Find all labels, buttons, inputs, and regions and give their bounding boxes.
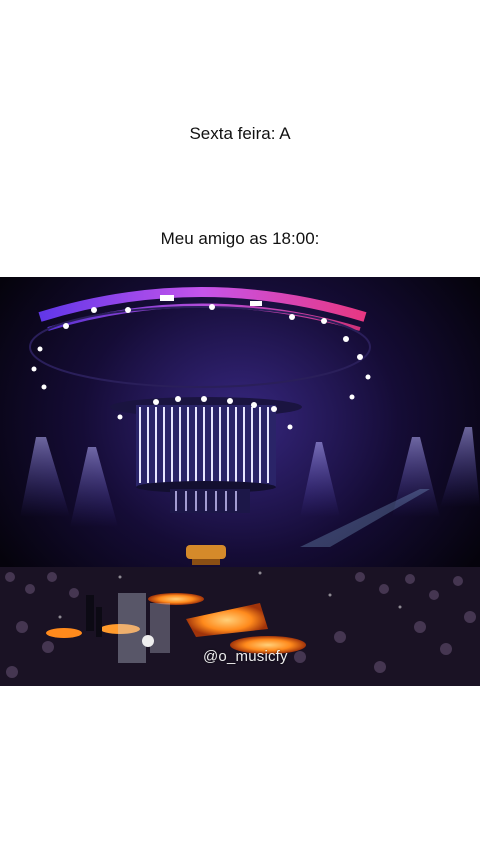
chandelier bbox=[186, 545, 226, 565]
watermark-handle: @o_musicfy bbox=[203, 648, 288, 665]
concert-scene bbox=[0, 277, 480, 686]
caption-line-2: Meu amigo as 18:00: bbox=[160, 229, 320, 248]
caption-line-1: Sexta feira: A bbox=[189, 124, 291, 143]
concert-photo: @o_musicfy bbox=[0, 277, 480, 686]
